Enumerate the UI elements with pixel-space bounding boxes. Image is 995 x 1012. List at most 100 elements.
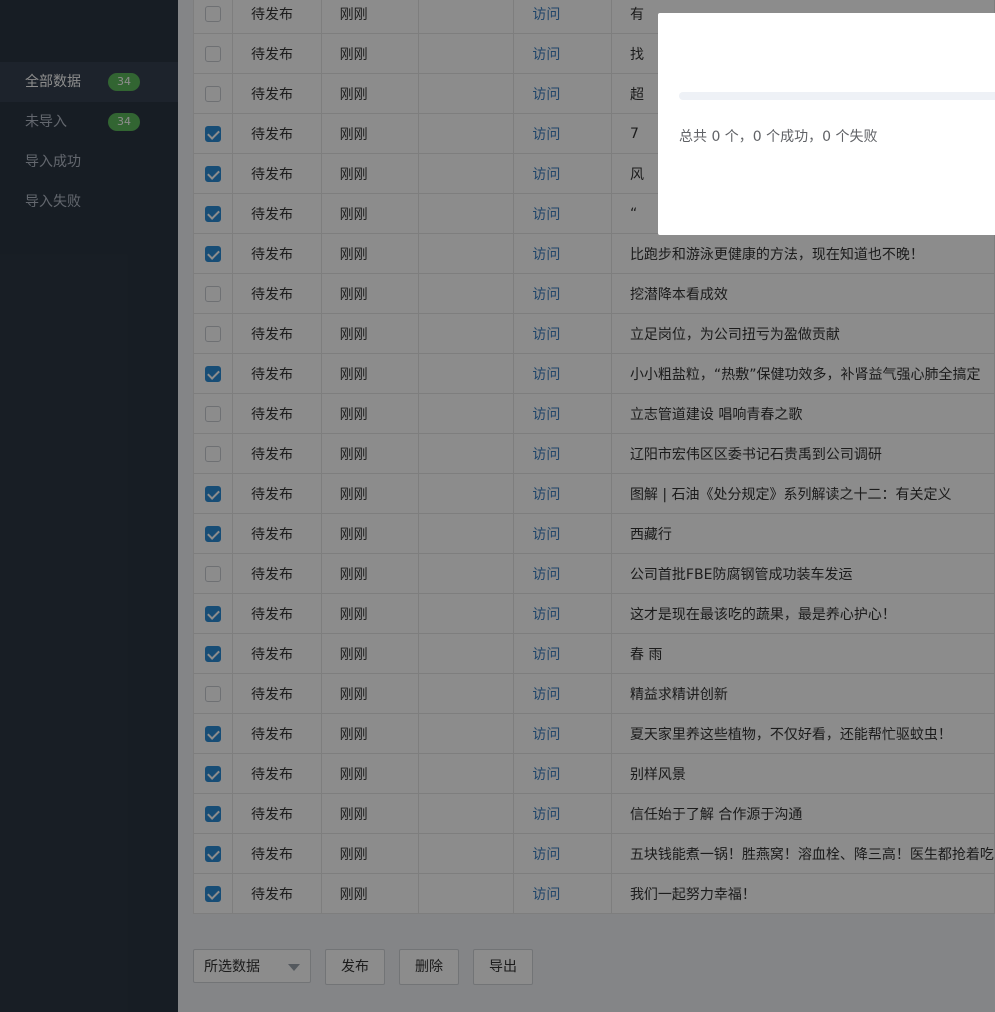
visit-link-cell-text[interactable]: 访问	[532, 407, 560, 423]
checkbox-cell	[192, 473, 234, 514]
row-checkbox[interactable]	[205, 525, 222, 542]
title-cell: 夏天家里养这些植物，不仅好看，还能帮忙驱蚊虫！	[610, 713, 995, 754]
row-checkbox[interactable]	[205, 205, 222, 222]
time-cell-text: 刚刚	[339, 126, 368, 143]
row-checkbox[interactable]	[205, 285, 222, 302]
sidebar-item[interactable]: 未导入 34	[0, 102, 178, 142]
visit-link-cell-text[interactable]: 访问	[532, 127, 560, 143]
status-cell-text: 待发布	[251, 406, 294, 423]
row-checkbox[interactable]	[205, 805, 222, 822]
visit-link-cell-text[interactable]: 访问	[532, 87, 560, 103]
row-checkbox[interactable]	[205, 725, 222, 742]
visit-link-cell-text[interactable]: 访问	[532, 607, 560, 623]
sidebar-item[interactable]: 导入失败	[0, 182, 178, 222]
title-cell: 我们一起努力幸福！	[610, 873, 995, 914]
time-cell-text: 刚刚	[339, 326, 368, 343]
row-checkbox[interactable]	[205, 485, 222, 502]
visit-link-cell-text[interactable]: 访问	[532, 47, 560, 63]
title-cell-text: 有	[629, 6, 644, 23]
row-checkbox[interactable]	[205, 365, 222, 382]
row-checkbox[interactable]	[205, 5, 222, 22]
visit-link-cell: 访问	[513, 513, 612, 554]
empty-cell	[418, 793, 515, 834]
count-badge: 34	[108, 73, 140, 91]
row-checkbox[interactable]	[205, 765, 222, 782]
visit-link-cell-text[interactable]: 访问	[532, 447, 560, 463]
status-cell: 待发布	[232, 753, 322, 794]
time-cell-text: 刚刚	[339, 606, 368, 623]
visit-link-cell-text[interactable]: 访问	[532, 727, 560, 743]
count-badge: 34	[108, 113, 140, 131]
visit-link-cell-text[interactable]: 访问	[532, 247, 560, 263]
status-cell-text: 待发布	[251, 86, 294, 103]
visit-link-cell-text[interactable]: 访问	[532, 767, 560, 783]
empty-cell	[418, 113, 515, 154]
row-checkbox[interactable]	[205, 45, 222, 62]
visit-link-cell-text[interactable]: 访问	[532, 367, 560, 383]
table-row: 待发布 刚刚 访问 春 雨	[192, 633, 995, 674]
status-cell-text: 待发布	[251, 726, 294, 743]
sidebar-item[interactable]: 全部数据 34	[0, 62, 178, 102]
row-checkbox[interactable]	[205, 165, 222, 182]
row-checkbox[interactable]	[205, 645, 222, 662]
row-checkbox[interactable]	[205, 885, 222, 902]
visit-link-cell-text[interactable]: 访问	[532, 567, 560, 583]
visit-link-cell-text[interactable]: 访问	[532, 887, 560, 903]
title-cell: 五块钱能煮一锅！胜燕窝！溶血栓、降三高！医生都抢着吃	[610, 833, 995, 874]
table-row: 待发布 刚刚 访问 五块钱能煮一锅！胜燕窝！溶血栓、降三高！医生都抢着吃	[192, 833, 995, 874]
visit-link-cell-text[interactable]: 访问	[532, 207, 560, 223]
row-checkbox[interactable]	[205, 85, 222, 102]
visit-link-cell-text[interactable]: 访问	[532, 167, 560, 183]
row-checkbox[interactable]	[205, 245, 222, 262]
row-checkbox[interactable]	[205, 405, 222, 422]
status-cell: 待发布	[232, 193, 322, 234]
title-cell: 立足岗位，为公司扭亏为盈做贡献	[610, 313, 995, 354]
table-row: 待发布 刚刚 访问 这才是现在最该吃的蔬果，最是养心护心！	[192, 593, 995, 634]
checkbox-cell	[192, 193, 234, 234]
checkbox-cell	[192, 753, 234, 794]
title-cell-text: “	[629, 205, 638, 222]
visit-link-cell: 访问	[513, 353, 612, 394]
visit-link-cell-text[interactable]: 访问	[532, 287, 560, 303]
time-cell-text: 刚刚	[339, 646, 368, 663]
row-checkbox[interactable]	[205, 685, 222, 702]
title-cell: 辽阳市宏伟区区委书记石贵禹到公司调研	[610, 433, 995, 474]
row-checkbox[interactable]	[205, 125, 222, 142]
row-checkbox[interactable]	[205, 565, 222, 582]
visit-link-cell-text[interactable]: 访问	[532, 7, 560, 23]
export-button[interactable]: 导出	[473, 949, 533, 985]
title-cell-text: 小小粗盐粒，“热敷”保健功效多，补肾益气强心肺全搞定	[629, 366, 981, 383]
visit-link-cell: 访问	[513, 713, 612, 754]
status-cell-text: 待发布	[251, 566, 294, 583]
delete-button[interactable]: 删除	[399, 949, 459, 985]
status-cell: 待发布	[232, 873, 322, 914]
status-cell: 待发布	[232, 713, 322, 754]
visit-link-cell: 访问	[513, 393, 612, 434]
row-checkbox[interactable]	[205, 605, 222, 622]
row-checkbox[interactable]	[205, 325, 222, 342]
status-cell-text: 待发布	[251, 486, 294, 503]
status-cell: 待发布	[232, 153, 322, 194]
visit-link-cell-text[interactable]: 访问	[532, 647, 560, 663]
visit-link-cell: 访问	[513, 273, 612, 314]
visit-link-cell-text[interactable]: 访问	[532, 847, 560, 863]
sidebar-item[interactable]: 导入成功	[0, 142, 178, 182]
visit-link-cell-text[interactable]: 访问	[532, 327, 560, 343]
row-checkbox[interactable]	[205, 845, 222, 862]
visit-link-cell-text[interactable]: 访问	[532, 687, 560, 703]
empty-cell	[418, 593, 515, 634]
status-cell: 待发布	[232, 273, 322, 314]
time-cell: 刚刚	[320, 353, 420, 394]
selection-scope-select[interactable]: 所选数据	[193, 949, 311, 983]
status-cell-text: 待发布	[251, 606, 294, 623]
visit-link-cell-text[interactable]: 访问	[532, 487, 560, 503]
time-cell: 刚刚	[320, 513, 420, 554]
checkbox-cell	[192, 673, 234, 714]
time-cell-text: 刚刚	[339, 246, 368, 263]
time-cell: 刚刚	[320, 553, 420, 594]
visit-link-cell-text[interactable]: 访问	[532, 807, 560, 823]
row-checkbox[interactable]	[205, 445, 222, 462]
title-cell-text: 西藏行	[629, 526, 672, 543]
publish-button[interactable]: 发布	[325, 949, 385, 985]
visit-link-cell-text[interactable]: 访问	[532, 527, 560, 543]
